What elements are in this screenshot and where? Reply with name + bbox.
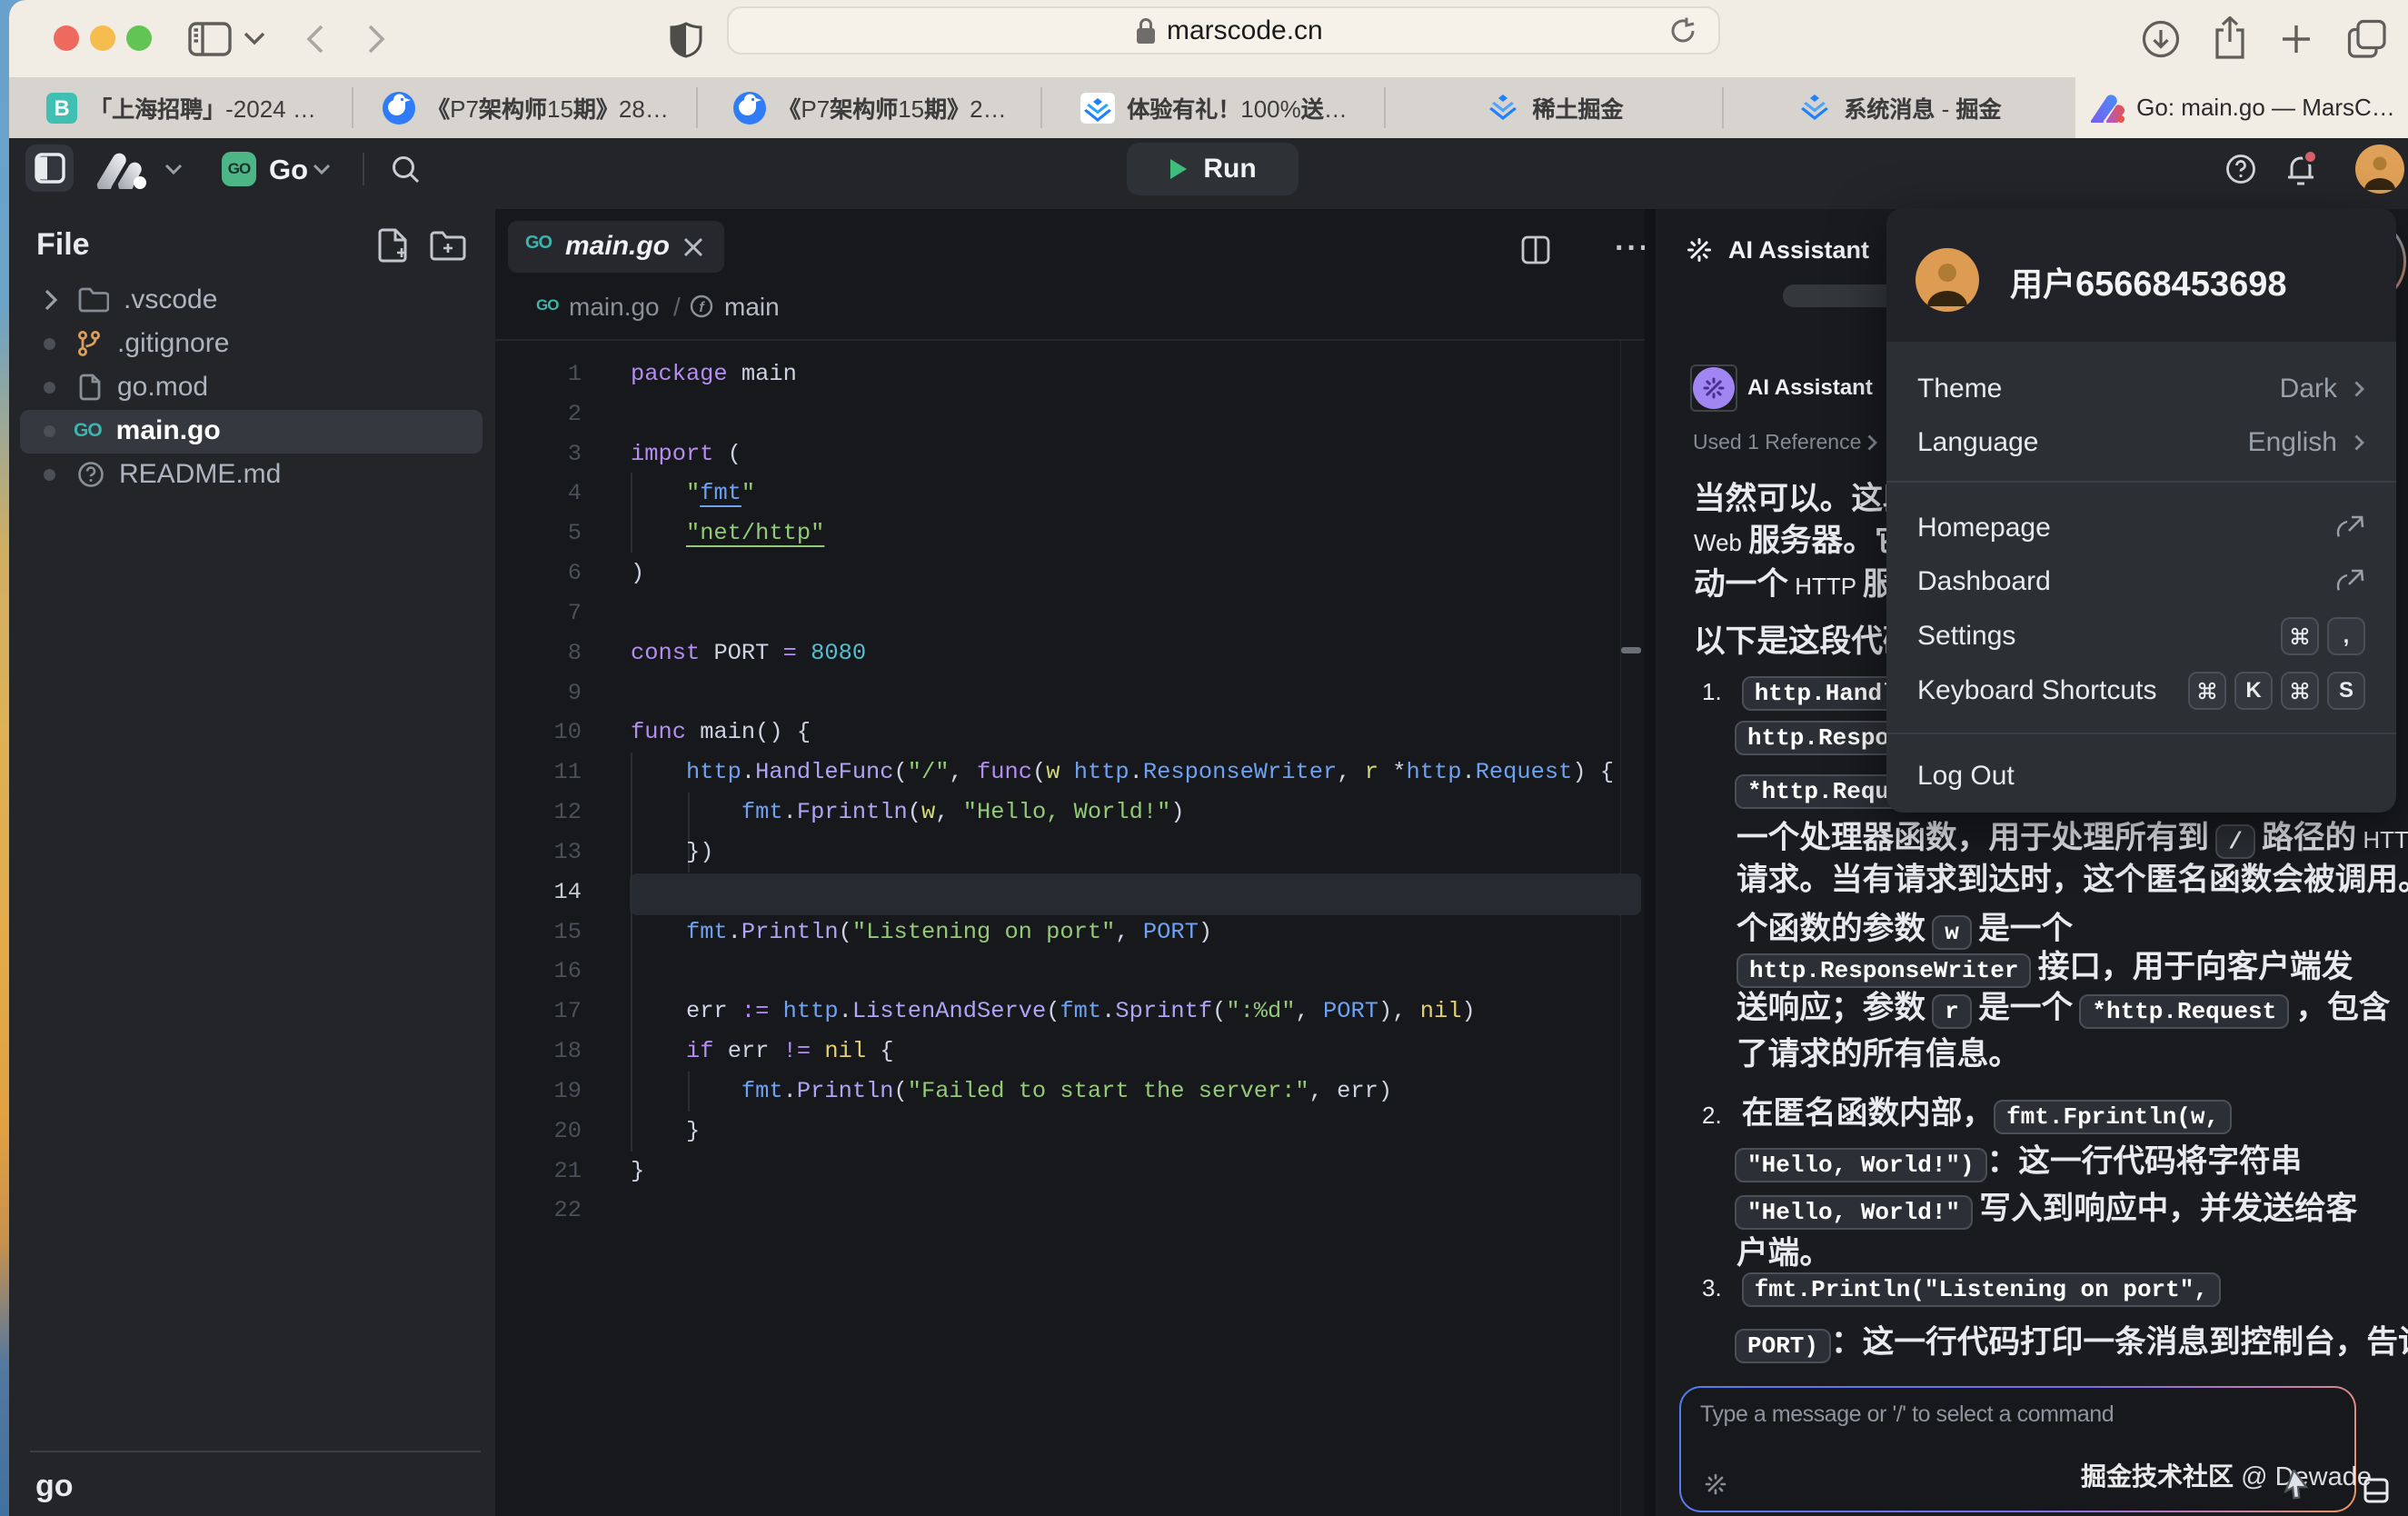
svg-text:B: B [54,96,69,121]
svg-text:f: f [699,300,705,315]
